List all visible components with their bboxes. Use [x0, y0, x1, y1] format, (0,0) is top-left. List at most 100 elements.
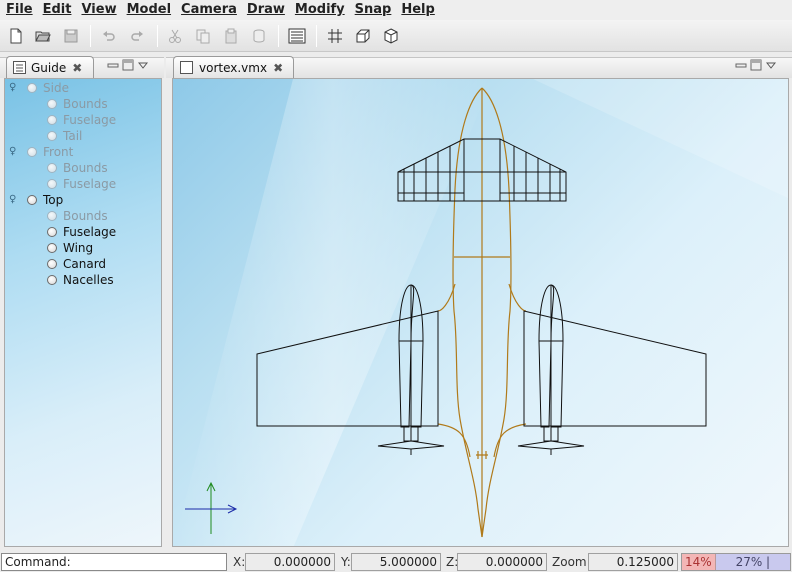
toolbar-separator: [316, 25, 317, 47]
tree-item-bounds[interactable]: Bounds: [47, 160, 108, 176]
box-view-button[interactable]: [351, 24, 375, 48]
expand-icon[interactable]: ♀: [9, 146, 16, 157]
menu-view[interactable]: View: [75, 0, 120, 20]
document-tab[interactable]: vortex.vmx ✖: [173, 56, 294, 78]
maximize-icon[interactable]: [122, 59, 134, 71]
radio-button[interactable]: [47, 115, 57, 125]
open-icon: [35, 31, 51, 42]
grid-button[interactable]: [323, 24, 347, 48]
open-button[interactable]: [31, 24, 55, 48]
menu-draw-label: Draw: [246, 2, 285, 17]
menu-modify[interactable]: Modify: [289, 0, 349, 20]
expand-icon[interactable]: ♀: [9, 194, 16, 205]
chevron-down-icon[interactable]: [765, 59, 777, 71]
radio-button[interactable]: [47, 259, 57, 269]
radio-button[interactable]: [27, 147, 37, 157]
tree-label: Fuselage: [63, 225, 117, 239]
tree-label: Fuselage: [63, 177, 117, 191]
copy-button[interactable]: [191, 24, 215, 48]
tree-label: Side: [43, 81, 69, 95]
document-icon: [180, 61, 193, 74]
z-coordinate-field: 0.000000: [457, 553, 547, 571]
y-coordinate-field: 5.000000: [351, 553, 441, 571]
guide-tab-icon: [13, 61, 26, 74]
menu-help-label: Help: [401, 2, 435, 17]
redo-icon: [131, 31, 143, 41]
radio-button[interactable]: [47, 227, 57, 237]
menu-bar: File Edit View Model Camera Draw Modify …: [0, 0, 792, 20]
tree-item-tail[interactable]: Tail: [47, 128, 82, 144]
memory-usage: 27% | 989M: [715, 554, 790, 572]
zoom-label: Zoom:: [552, 555, 591, 569]
radio-button[interactable]: [47, 99, 57, 109]
tree-item-canard[interactable]: Canard: [47, 256, 106, 272]
model-canvas[interactable]: [173, 79, 789, 547]
toolbar-separator: [278, 25, 279, 47]
cpu-usage: 14%: [682, 554, 716, 570]
tree-label: Top: [43, 193, 64, 207]
undo-button[interactable]: [97, 24, 121, 48]
model-viewport[interactable]: [172, 78, 789, 547]
radio-button[interactable]: [47, 163, 57, 173]
menu-model[interactable]: Model: [121, 0, 175, 20]
document-window-controls: [735, 59, 777, 71]
background-sheen: [173, 79, 493, 546]
tree-label: Wing: [63, 241, 94, 255]
new-button[interactable]: [4, 24, 28, 48]
radio-button[interactable]: [47, 243, 57, 253]
tree-item-bounds[interactable]: Bounds: [47, 208, 108, 224]
chevron-down-icon[interactable]: [137, 59, 149, 71]
tree-item-top[interactable]: Top: [27, 192, 63, 208]
zoom-field: 0.125000: [588, 553, 678, 571]
tree-label: Bounds: [63, 97, 108, 111]
cube-button[interactable]: [379, 24, 403, 48]
tree-item-nacelles[interactable]: Nacelles: [47, 272, 114, 288]
toolbar: [0, 20, 792, 52]
radio-button[interactable]: [47, 211, 57, 221]
tree-item-fuselage[interactable]: Fuselage: [47, 112, 116, 128]
tree-label: Canard: [63, 257, 107, 271]
minimize-icon[interactable]: [107, 59, 119, 71]
save-button[interactable]: [59, 24, 83, 48]
tree-item-bounds[interactable]: Bounds: [47, 96, 108, 112]
minimize-icon[interactable]: [735, 59, 747, 71]
tree-item-wing[interactable]: Wing: [47, 240, 93, 256]
menu-snap[interactable]: Snap: [349, 0, 396, 20]
delete-button[interactable]: [247, 24, 271, 48]
radio-button[interactable]: [47, 179, 57, 189]
command-input[interactable]: [1, 553, 227, 571]
close-icon[interactable]: ✖: [273, 61, 283, 75]
new-icon: [10, 28, 22, 44]
tree-item-fuselage[interactable]: Fuselage: [47, 176, 116, 192]
guide-tab[interactable]: Guide ✖: [6, 56, 94, 78]
properties-button[interactable]: [285, 24, 309, 48]
menu-camera-label: Camera: [181, 2, 237, 17]
expand-icon[interactable]: ♀: [9, 82, 16, 93]
tree-item-side[interactable]: Side: [27, 80, 69, 96]
radio-button[interactable]: [47, 275, 57, 285]
menu-model-label: Model: [126, 2, 172, 17]
menu-file[interactable]: File: [0, 0, 37, 20]
tree-item-front[interactable]: Front: [27, 144, 73, 160]
radio-button[interactable]: [27, 195, 37, 205]
tree-label: Front: [43, 145, 74, 159]
box-view-icon: [356, 29, 370, 43]
cut-button[interactable]: [163, 24, 187, 48]
guide-panel: ♀ Side Bounds Fuselage Tail ♀ Front Boun…: [4, 78, 162, 547]
status-bar: X: 0.000000 Y: 5.000000 Z: 0.000000 Zoom…: [0, 551, 792, 572]
save-icon: [64, 29, 78, 43]
menu-edit[interactable]: Edit: [37, 0, 76, 20]
close-icon[interactable]: ✖: [72, 61, 82, 75]
radio-button[interactable]: [47, 131, 57, 141]
tree-item-fuselage[interactable]: Fuselage: [47, 224, 116, 240]
menu-file-label: File: [6, 2, 33, 17]
maximize-icon[interactable]: [750, 59, 762, 71]
paste-button[interactable]: [219, 24, 243, 48]
menu-draw[interactable]: Draw: [241, 0, 289, 20]
radio-button[interactable]: [27, 83, 37, 93]
nacelles-outline[interactable]: [377, 284, 585, 455]
menu-help[interactable]: Help: [395, 0, 438, 20]
redo-button[interactable]: [125, 24, 149, 48]
menu-camera[interactable]: Camera: [175, 0, 241, 20]
memory-indicator[interactable]: 14% 27% | 989M: [681, 553, 791, 572]
